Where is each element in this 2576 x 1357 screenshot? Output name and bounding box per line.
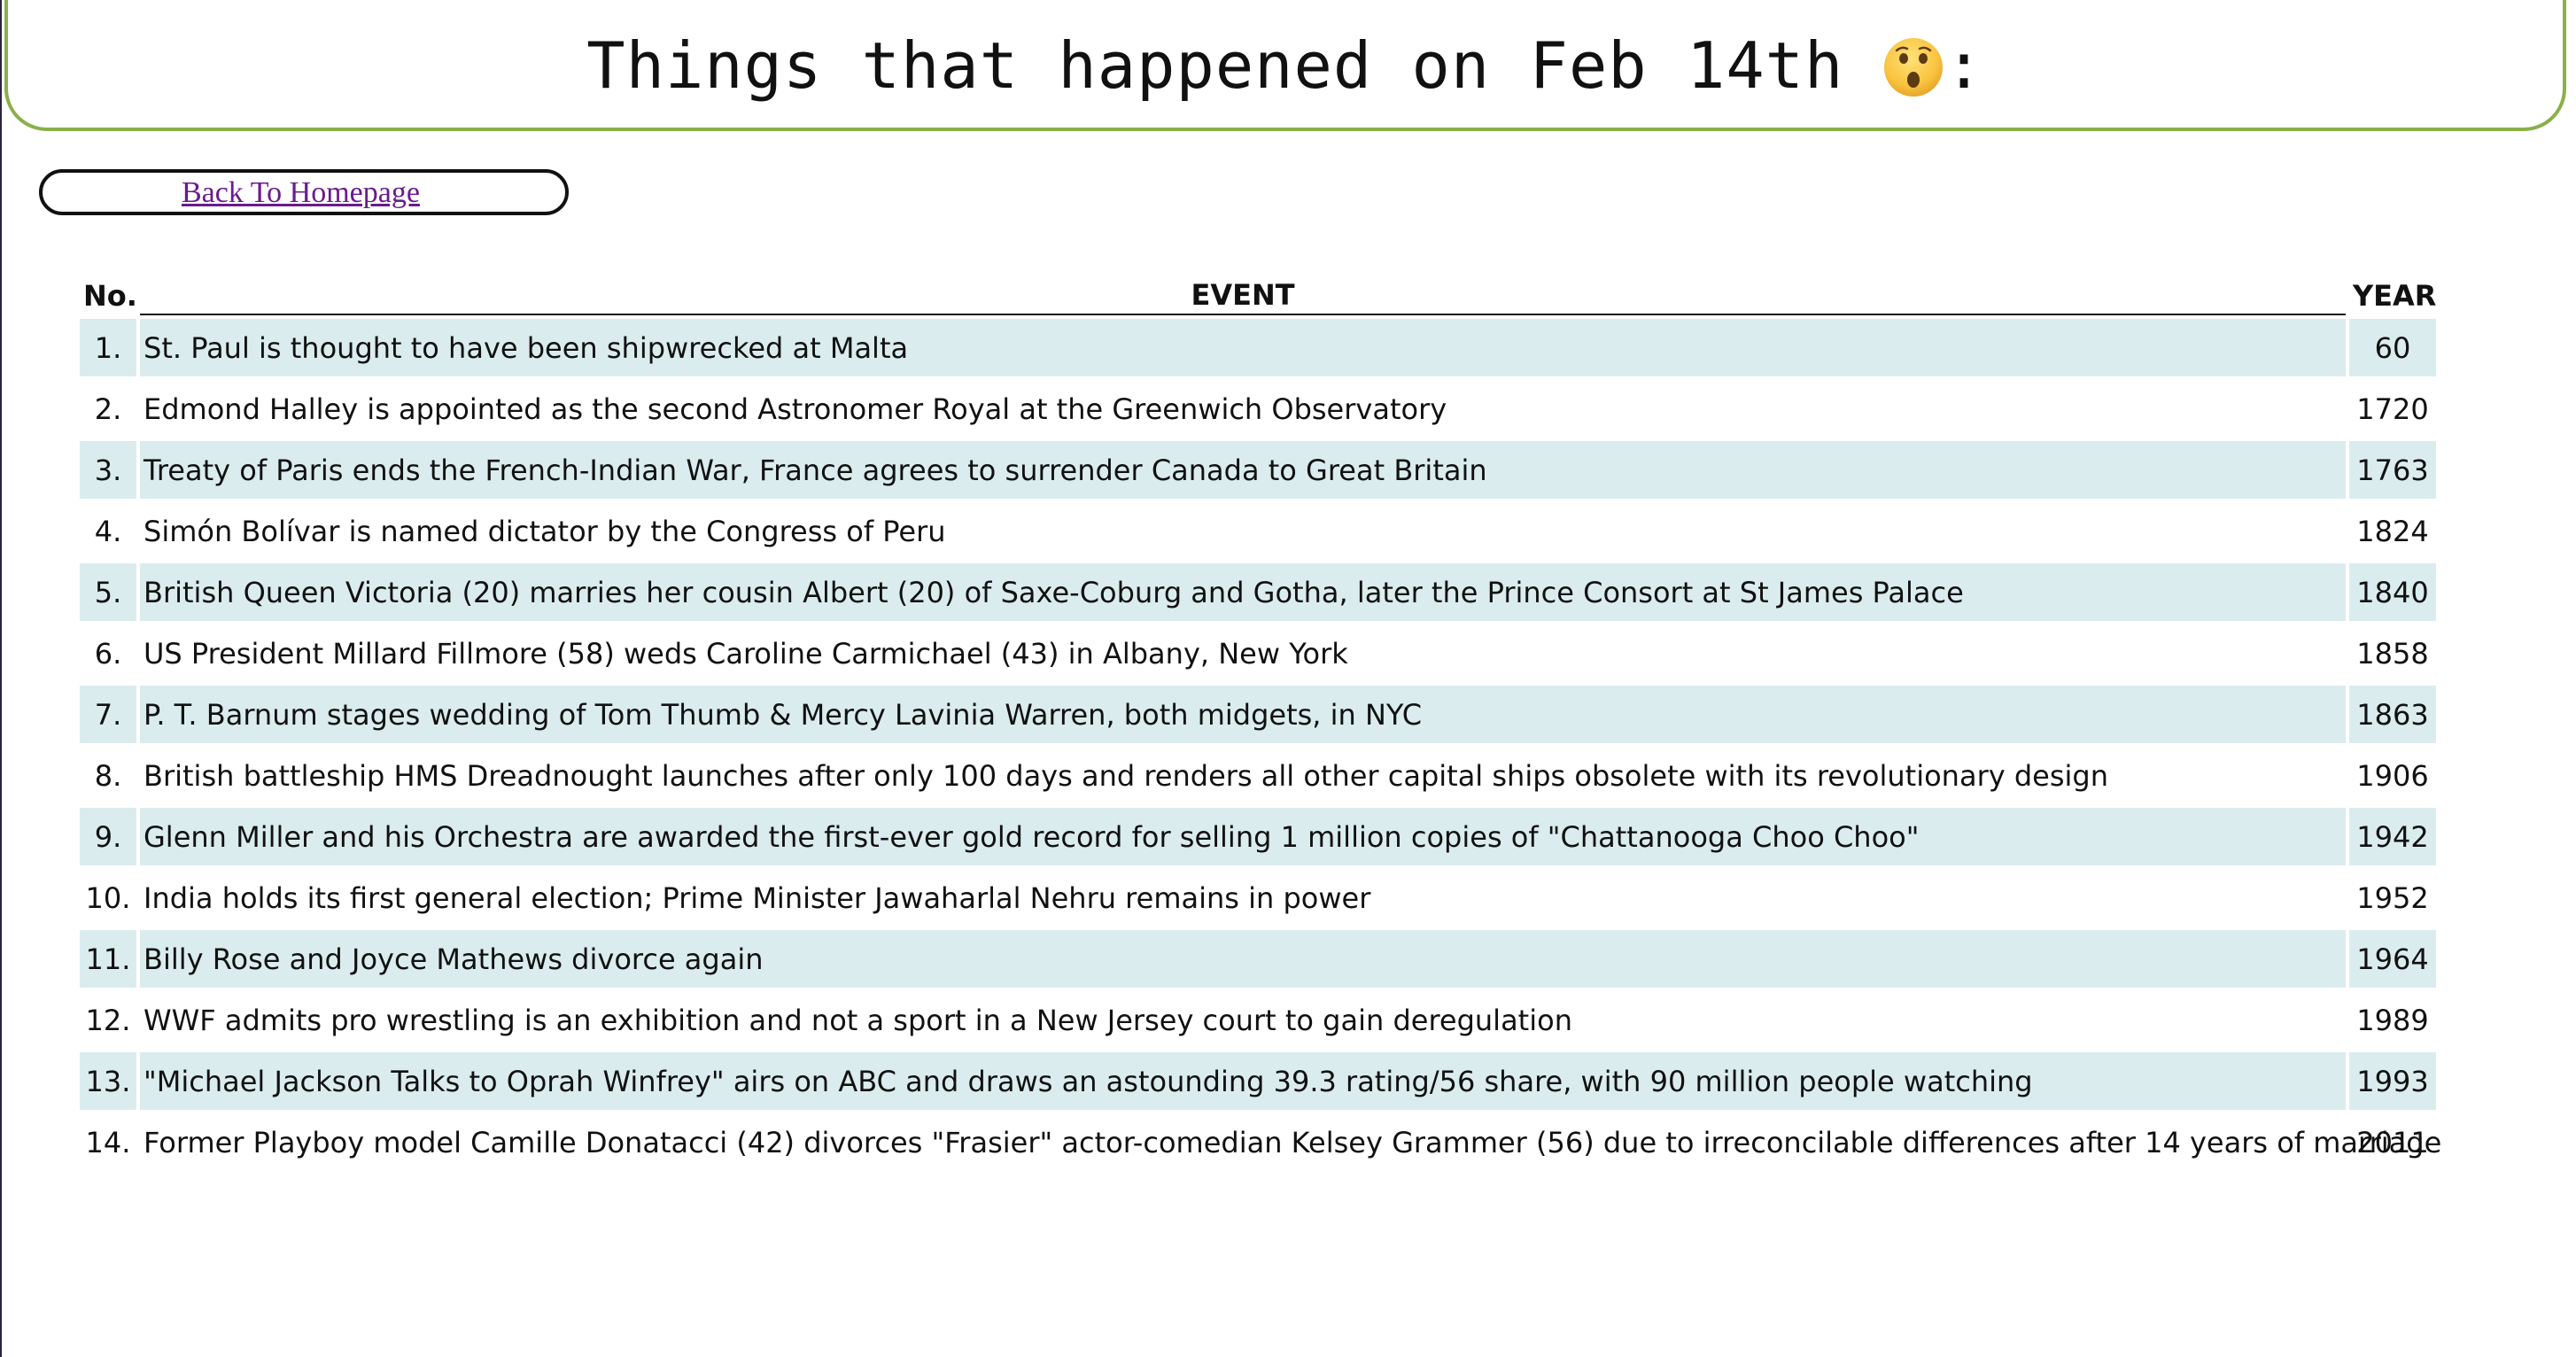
page-header: Things that happened on Feb 14th : — [4, 0, 2566, 131]
row-number: 7. — [80, 686, 136, 743]
row-year: 1858 — [2356, 636, 2429, 671]
table-header-row: No. EVENT YEAR — [80, 276, 2436, 315]
back-to-homepage-button[interactable]: Back To Homepage — [39, 169, 569, 215]
row-year: 1840 — [2349, 563, 2436, 621]
table-row: 3. Treaty of Paris ends the French-India… — [80, 441, 2436, 499]
row-year: 2011 — [2356, 1125, 2429, 1159]
row-number: 2. — [94, 392, 122, 426]
row-year: 1720 — [2356, 392, 2429, 426]
table-row: 8. British battleship HMS Dreadnought la… — [80, 747, 2436, 804]
row-event: US President Millard Fillmore (58) weds … — [144, 636, 1348, 671]
column-header-year: YEAR — [2353, 279, 2437, 313]
table-row: 10. India holds its first general electi… — [80, 869, 2436, 927]
page-title-text: Things that happened on Feb 14th — [586, 28, 1844, 103]
row-number: 9. — [80, 808, 136, 865]
row-year: 1763 — [2349, 441, 2436, 499]
table-row: 13. "Michael Jackson Talks to Oprah Winf… — [80, 1052, 2436, 1110]
table-row: 7. P. T. Barnum stages wedding of Tom Th… — [80, 686, 2436, 743]
table-row: 14. Former Playboy model Camille Donatac… — [80, 1113, 2442, 1171]
row-event: British Queen Victoria (20) marries her … — [140, 563, 2346, 621]
table-row: 2. Edmond Halley is appointed as the sec… — [80, 380, 2436, 438]
row-event: WWF admits pro wrestling is an exhibitio… — [144, 1003, 1572, 1037]
row-number: 1. — [80, 319, 136, 376]
row-event: St. Paul is thought to have been shipwre… — [140, 319, 2346, 376]
row-number: 14. — [85, 1125, 131, 1159]
events-table: No. EVENT YEAR 1. St. Paul is thought to… — [76, 273, 2442, 1175]
column-header-no: No. — [83, 279, 137, 313]
table-row: 5. British Queen Victoria (20) marries h… — [80, 563, 2436, 621]
row-event: Edmond Halley is appointed as the second… — [144, 392, 1447, 426]
row-year: 1906 — [2356, 758, 2429, 793]
row-event: Billy Rose and Joyce Mathews divorce aga… — [140, 930, 2346, 988]
row-number: 8. — [94, 758, 122, 793]
window-left-border — [0, 0, 2, 1357]
row-event: P. T. Barnum stages wedding of Tom Thumb… — [140, 686, 2346, 743]
row-event: British battleship HMS Dreadnought launc… — [144, 758, 2108, 793]
page-title: Things that happened on Feb 14th : — [586, 28, 1983, 103]
row-number: 5. — [80, 563, 136, 621]
row-year: 1993 — [2349, 1052, 2436, 1110]
row-event: "Michael Jackson Talks to Oprah Winfrey"… — [140, 1052, 2346, 1110]
row-number: 10. — [85, 880, 131, 915]
table-row: 11. Billy Rose and Joyce Mathews divorce… — [80, 930, 2436, 988]
table-row: 9. Glenn Miller and his Orchestra are aw… — [80, 808, 2436, 865]
row-event: Former Playboy model Camille Donatacci (… — [144, 1125, 2442, 1159]
row-event: Glenn Miller and his Orchestra are award… — [140, 808, 2346, 865]
column-header-event: EVENT — [140, 276, 2346, 315]
row-number: 4. — [94, 514, 122, 548]
row-year: 60 — [2349, 319, 2436, 376]
row-year: 1824 — [2356, 514, 2429, 548]
row-year: 1942 — [2349, 808, 2436, 865]
row-year: 1952 — [2356, 880, 2429, 915]
row-year: 1964 — [2349, 930, 2436, 988]
astonished-face-icon — [1882, 36, 1944, 98]
row-year: 1863 — [2349, 686, 2436, 743]
row-event: Simón Bolívar is named dictator by the C… — [144, 514, 946, 548]
row-number: 11. — [80, 930, 136, 988]
table-row: 1. St. Paul is thought to have been ship… — [80, 319, 2436, 376]
row-number: 6. — [94, 636, 122, 671]
row-number: 12. — [85, 1003, 131, 1037]
back-to-homepage-link[interactable]: Back To Homepage — [182, 176, 420, 210]
table-row: 4. Simón Bolívar is named dictator by th… — [80, 502, 2436, 560]
row-event: Treaty of Paris ends the French-Indian W… — [140, 441, 2346, 499]
page-title-suffix: : — [1944, 28, 1984, 103]
row-year: 1989 — [2356, 1003, 2429, 1037]
row-number: 3. — [80, 441, 136, 499]
row-event: India holds its first general election; … — [144, 880, 1371, 915]
table-row: 6. US President Millard Fillmore (58) we… — [80, 624, 2436, 682]
table-row: 12. WWF admits pro wrestling is an exhib… — [80, 991, 2436, 1049]
row-number: 13. — [80, 1052, 136, 1110]
